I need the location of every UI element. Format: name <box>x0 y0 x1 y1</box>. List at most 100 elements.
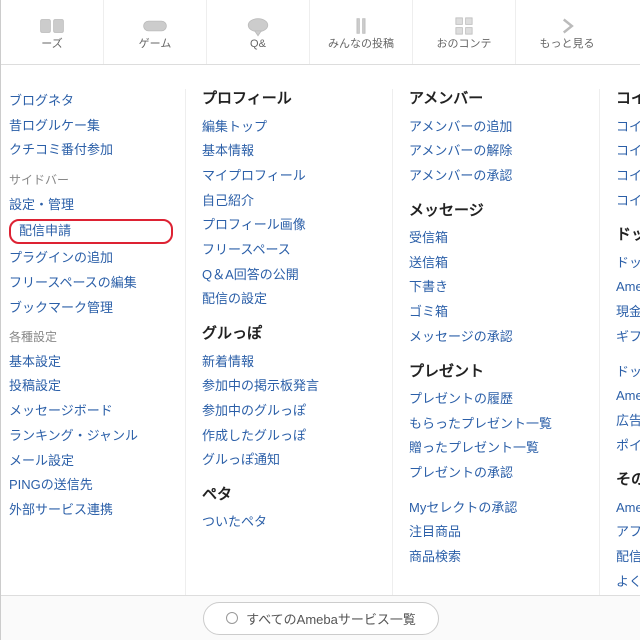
link[interactable]: Amebaプレミ <box>616 496 640 521</box>
link[interactable]: ブックマーク管理 <box>9 296 173 321</box>
link[interactable]: プレゼントの履歴 <box>409 387 587 412</box>
link[interactable]: メッセージの承認 <box>409 325 587 350</box>
link[interactable]: 商品検索 <box>409 545 587 570</box>
all-services-label: すべてのAmebaサービス一覧 <box>246 609 416 628</box>
link[interactable]: 昔ログルケー集 <box>9 114 173 139</box>
toolbar-item-game[interactable]: ゲーム <box>104 0 207 64</box>
expand-icon <box>226 612 238 624</box>
settings-menu-page: ーズ ゲーム Q& みんなの投稿 おのコンテ もっと見る ブログネタ 昔ログルケ… <box>0 0 640 640</box>
grid-icon <box>451 15 477 37</box>
subheading-settings: 各種設定 <box>9 330 173 346</box>
link[interactable]: ゴミ箱 <box>409 300 587 325</box>
link-highlighted[interactable]: 配信申請 <box>9 219 173 244</box>
link[interactable]: 広告サービス <box>616 409 640 434</box>
link[interactable]: Amebaで使う <box>616 275 640 300</box>
column-profile: プロフィール 編集トップ 基本情報 マイプロフィール 自己紹介 プロフィール画像… <box>185 89 380 595</box>
link[interactable]: コインの履歴 <box>616 115 640 140</box>
toolbar-item-social[interactable]: みんなの投稿 <box>310 0 413 64</box>
link[interactable]: アメンバーの解除 <box>409 139 587 164</box>
link[interactable]: 参加中のグルっぽ <box>202 399 380 424</box>
link[interactable]: Amebaで使う <box>616 384 640 409</box>
game-icon <box>142 15 168 37</box>
link[interactable]: PINGの送信先 <box>9 473 173 498</box>
link[interactable]: 基本設定 <box>9 350 173 375</box>
link[interactable]: コイン獲得 <box>616 164 640 189</box>
link[interactable]: グルっぽ通知 <box>202 448 380 473</box>
toolbar-label: ーズ <box>41 39 62 50</box>
link[interactable]: 配信広告の承認 <box>616 545 640 570</box>
link[interactable]: 自己紹介 <box>202 189 380 214</box>
toolbar-item-more[interactable]: もっと見る <box>516 0 618 64</box>
link[interactable]: 現金に交換 <box>616 300 640 325</box>
link[interactable]: 下書き <box>409 275 587 300</box>
link[interactable]: コイン履歴 <box>616 189 640 214</box>
column-blog: ブログネタ 昔ログルケー集 クチコミ番付参加 サイドバー 設定・管理 配信申請 … <box>9 89 173 595</box>
link[interactable]: メール設定 <box>9 449 173 474</box>
toolbar-item-qa[interactable]: Q& <box>207 0 310 64</box>
subheading-sidebar: サイドバー <box>9 173 173 189</box>
bottom-bar: すべてのAmebaサービス一覧 <box>1 595 640 640</box>
heading-message: メッセージ <box>409 201 587 221</box>
link[interactable]: アメンバーの承認 <box>409 164 587 189</box>
link[interactable]: Q＆A回答の公開 <box>202 263 380 288</box>
link[interactable]: ドットマネーで <box>616 251 640 276</box>
chat-icon <box>245 15 271 37</box>
link[interactable]: 配信の設定 <box>202 287 380 312</box>
toolbar-item-talk[interactable]: おのコンテ <box>413 0 516 64</box>
menu-columns: ブログネタ 昔ログルケー集 クチコミ番付参加 サイドバー 設定・管理 配信申請 … <box>1 65 640 595</box>
link[interactable]: 注目商品 <box>409 520 587 545</box>
link[interactable]: Myセレクトの承認 <box>409 496 587 521</box>
link[interactable]: プレゼントの承認 <box>409 461 587 486</box>
column-coin: コイン コインの履歴 コイン購入 コイン獲得 コイン履歴 ドットマネ ドットマネ… <box>599 89 640 595</box>
link[interactable]: 投稿設定 <box>9 374 173 399</box>
toolbar-label: ゲーム <box>139 39 172 50</box>
link[interactable]: ギフト券・ポ <box>616 325 640 350</box>
utensils-icon <box>348 15 374 37</box>
link[interactable]: 贈ったプレゼント一覧 <box>409 436 587 461</box>
heading-profile: プロフィール <box>202 89 380 109</box>
link[interactable]: よくある質問 <box>616 570 640 595</box>
link[interactable]: 送信箱 <box>409 251 587 276</box>
toolbar-label: おのコンテ <box>437 39 492 50</box>
top-toolbar: ーズ ゲーム Q& みんなの投稿 おのコンテ もっと見る <box>1 0 640 65</box>
link[interactable]: 外部サービス連携 <box>9 498 173 523</box>
all-services-button[interactable]: すべてのAmebaサービス一覧 <box>203 602 439 635</box>
link[interactable]: ついたペタ <box>202 510 380 535</box>
link[interactable]: ポイントで貯 <box>616 434 640 459</box>
toolbar-item-news[interactable]: ーズ <box>1 0 104 64</box>
link[interactable]: もらったプレゼント一覧 <box>409 412 587 437</box>
link[interactable]: 受信箱 <box>409 226 587 251</box>
heading-amember: アメンバー <box>409 89 587 109</box>
heading-present: プレゼント <box>409 362 587 382</box>
link[interactable]: フリースペースの編集 <box>9 271 173 296</box>
heading-dotmoney: ドットマネ <box>616 225 640 245</box>
link[interactable]: フリースペース <box>202 238 380 263</box>
link[interactable]: アフィリエイト <box>616 520 640 545</box>
news-icon <box>39 15 65 37</box>
link[interactable]: ドットマネーで <box>616 360 640 385</box>
link[interactable]: プロフィール画像 <box>202 213 380 238</box>
link[interactable]: ブログネタ <box>9 89 173 114</box>
link[interactable]: 参加中の掲示板発言 <box>202 374 380 399</box>
link[interactable]: コイン購入 <box>616 139 640 164</box>
toolbar-label: Q& <box>250 39 266 50</box>
heading-peta: ペタ <box>202 485 380 505</box>
link[interactable]: 編集トップ <box>202 115 380 140</box>
link[interactable]: 基本情報 <box>202 139 380 164</box>
heading-group: グルっぽ <box>202 324 380 344</box>
link[interactable]: クチコミ番付参加 <box>9 138 173 163</box>
link[interactable]: 新着情報 <box>202 350 380 375</box>
link[interactable]: 作成したグルっぽ <box>202 424 380 449</box>
heading-coin: コイン <box>616 89 640 109</box>
link[interactable]: 設定・管理 <box>9 193 173 218</box>
link[interactable]: プラグインの追加 <box>9 246 173 271</box>
toolbar-label: もっと見る <box>540 39 595 50</box>
link[interactable]: メッセージボード <box>9 399 173 424</box>
heading-other: その他のサ <box>616 470 640 490</box>
link[interactable]: ランキング・ジャンル <box>9 424 173 449</box>
chevron-right-icon <box>554 15 580 37</box>
link[interactable]: マイプロフィール <box>202 164 380 189</box>
column-amember: アメンバー アメンバーの追加 アメンバーの解除 アメンバーの承認 メッセージ 受… <box>392 89 587 595</box>
toolbar-label: みんなの投稿 <box>328 39 394 50</box>
link[interactable]: アメンバーの追加 <box>409 115 587 140</box>
